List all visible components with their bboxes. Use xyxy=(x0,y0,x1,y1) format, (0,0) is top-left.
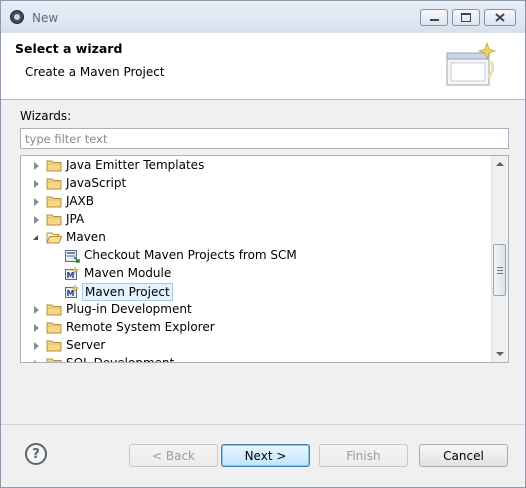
filter-input[interactable] xyxy=(20,128,509,149)
tree-folder-row[interactable]: JPA xyxy=(21,211,491,229)
arrow-down-icon xyxy=(496,352,504,356)
tree-item-label: Maven Project xyxy=(82,283,173,301)
collapsed-chevron-icon[interactable] xyxy=(34,360,39,362)
minimize-button[interactable] xyxy=(420,9,448,26)
tree-wizard-row[interactable]: M Maven Project xyxy=(21,283,491,301)
tree-item-label: Checkout Maven Projects from SCM xyxy=(84,248,297,262)
tree-item-label: SQL Development xyxy=(66,356,175,363)
collapsed-chevron-icon[interactable] xyxy=(34,216,39,224)
wizard-tree: Java Emitter Templates JavaScript JAXB JPA M… xyxy=(20,155,509,363)
close-icon xyxy=(495,13,505,22)
collapsed-chevron-icon[interactable] xyxy=(34,162,39,170)
window-title: New xyxy=(32,11,59,25)
tree-folder-row[interactable]: Maven xyxy=(21,229,491,247)
tree-folder-row[interactable]: Remote System Explorer xyxy=(21,319,491,337)
folder-icon xyxy=(46,358,62,362)
svg-text:M: M xyxy=(67,271,75,280)
collapsed-chevron-icon[interactable] xyxy=(34,324,39,332)
title-bar[interactable]: New xyxy=(1,1,525,33)
folder-icon xyxy=(46,322,62,334)
folder-open-icon xyxy=(46,232,62,244)
wizards-label: Wizards: xyxy=(20,109,72,123)
next-button[interactable]: Next > xyxy=(221,444,310,467)
tree-folder-row[interactable]: Server xyxy=(21,337,491,355)
tree-item-label: Maven xyxy=(66,230,106,244)
tree-scrollbar[interactable] xyxy=(491,156,508,362)
new-wizard-dialog: New Select a wizard Create a Maven Proje… xyxy=(0,0,526,488)
tree-folder-row[interactable]: JAXB xyxy=(21,193,491,211)
tree-item-label: JAXB xyxy=(66,194,94,208)
folder-icon xyxy=(46,304,62,316)
tree-folder-row[interactable]: Plug-in Development xyxy=(21,301,491,319)
tree-item-label: Remote System Explorer xyxy=(66,320,215,334)
maven-project-icon: M xyxy=(65,284,80,298)
folder-icon xyxy=(46,196,62,208)
tree-item-label: Maven Module xyxy=(84,266,172,280)
wizard-banner-icon xyxy=(446,41,497,86)
banner-description: Create a Maven Project xyxy=(25,65,165,79)
folder-icon xyxy=(46,214,62,226)
expanded-chevron-icon[interactable] xyxy=(33,235,38,240)
collapsed-chevron-icon[interactable] xyxy=(34,342,39,350)
maximize-button[interactable] xyxy=(452,9,480,26)
help-icon: ? xyxy=(32,446,40,462)
scroll-up-button[interactable] xyxy=(492,156,508,172)
collapsed-chevron-icon[interactable] xyxy=(34,180,39,188)
tree-folder-row[interactable]: JavaScript xyxy=(21,175,491,193)
tree-item-label: Server xyxy=(66,338,106,352)
footer-separator xyxy=(1,424,525,425)
tree-wizard-row[interactable]: Checkout Maven Projects from SCM xyxy=(21,247,491,265)
folder-icon xyxy=(46,340,62,352)
collapsed-chevron-icon[interactable] xyxy=(34,306,39,314)
tree-item-label: Java Emitter Templates xyxy=(66,158,205,172)
folder-icon xyxy=(46,178,62,190)
cancel-button[interactable]: Cancel xyxy=(419,444,508,467)
arrow-up-icon xyxy=(496,162,504,166)
tree-item-label: Plug-in Development xyxy=(66,302,192,316)
minimize-icon xyxy=(429,19,439,21)
maven-module-icon: M xyxy=(65,266,80,280)
close-button[interactable] xyxy=(484,9,516,26)
tree-item-label: JavaScript xyxy=(66,176,127,190)
scroll-down-button[interactable] xyxy=(492,346,508,362)
svg-text:M: M xyxy=(67,289,75,298)
collapsed-chevron-icon[interactable] xyxy=(34,198,39,206)
scroll-thumb[interactable] xyxy=(493,244,506,296)
finish-button[interactable]: Finish xyxy=(319,444,408,467)
tree-wizard-row[interactable]: M Maven Module xyxy=(21,265,491,283)
tree-folder-row[interactable]: SQL Development xyxy=(21,355,491,363)
tree-folder-row[interactable]: Java Emitter Templates xyxy=(21,157,491,175)
maximize-icon xyxy=(461,13,471,22)
banner-title: Select a wizard xyxy=(15,41,123,56)
folder-icon xyxy=(46,160,62,172)
maven-checkout-icon xyxy=(65,250,80,263)
eclipse-app-icon xyxy=(10,10,24,24)
tree-item-label: JPA xyxy=(66,212,85,226)
back-button[interactable]: < Back xyxy=(129,444,218,467)
wizard-banner: Select a wizard Create a Maven Project xyxy=(1,33,525,100)
help-button[interactable]: ? xyxy=(25,443,47,465)
